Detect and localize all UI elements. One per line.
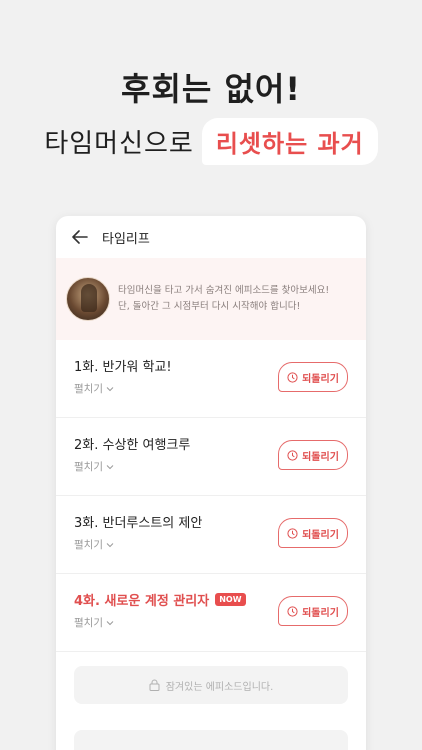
hero-subtitle: 타임머신으로 리셋하는 과거 — [0, 118, 422, 165]
notice-line-2: 단, 돌아간 그 시점부터 다시 시작해야 합니다! — [118, 301, 301, 312]
expand-label: 펼치기 — [74, 461, 103, 473]
chevron-down-icon — [106, 386, 114, 391]
locked-section: 잠겨있는 에피소드입니다. — [56, 652, 366, 718]
hero-subtitle-plain: 타임머신으로 — [44, 129, 194, 159]
notice-text: 타임머신을 타고 가서 숨겨진 에피소드를 찾아보세요! 단, 돌아간 그 시점… — [118, 283, 329, 315]
hero-banner: 후회는 없어! 타임머신으로 리셋하는 과거 — [0, 0, 422, 200]
expand-label: 펼치기 — [74, 539, 103, 551]
back-arrow-icon[interactable] — [70, 227, 90, 247]
locked-episode-partial — [74, 730, 348, 750]
episode-row: 3화. 반더루스트의 제안 펼치기 되돌리기 — [56, 496, 366, 574]
expand-label: 펼치기 — [74, 383, 103, 395]
episode-title-text: 4화. 새로운 계정 관리자 — [74, 594, 210, 609]
rewind-button[interactable]: 되돌리기 — [278, 518, 348, 548]
clock-icon — [287, 371, 298, 383]
chevron-down-icon — [106, 620, 114, 625]
episode-row: 2화. 수상한 여행크루 펼치기 되돌리기 — [56, 418, 366, 496]
clock-icon — [287, 449, 298, 461]
lock-icon — [149, 679, 160, 691]
screen-title: 타임리프 — [102, 231, 150, 247]
hero-title: 후회는 없어! — [121, 70, 301, 108]
chevron-down-icon — [106, 542, 114, 547]
notice-line-1: 타임머신을 타고 가서 숨겨진 에피소드를 찾아보세요! — [118, 285, 330, 296]
clock-icon — [287, 605, 298, 617]
clock-icon — [287, 527, 298, 539]
rewind-button[interactable]: 되돌리기 — [278, 362, 348, 392]
screen-header: 타임리프 — [56, 216, 366, 258]
chevron-down-icon — [106, 464, 114, 469]
rewind-button[interactable]: 되돌리기 — [278, 440, 348, 470]
episode-row: 1화. 반가워 학교! 펼치기 되돌리기 — [56, 340, 366, 418]
now-badge: NOW — [215, 593, 246, 606]
character-avatar — [66, 277, 110, 321]
rewind-label: 되돌리기 — [302, 529, 339, 541]
rewind-label: 되돌리기 — [302, 373, 339, 385]
hero-subtitle-highlight: 리셋하는 과거 — [201, 118, 378, 165]
locked-episode: 잠겨있는 에피소드입니다. — [74, 666, 348, 704]
expand-label: 펼치기 — [74, 617, 103, 629]
notice-banner: 타임머신을 타고 가서 숨겨진 에피소드를 찾아보세요! 단, 돌아간 그 시점… — [56, 258, 366, 340]
phone-screen-card: 타임리프 타임머신을 타고 가서 숨겨진 에피소드를 찾아보세요! 단, 돌아간… — [56, 216, 366, 750]
episode-row-current: 4화. 새로운 계정 관리자 NOW 펼치기 되돌리기 — [56, 574, 366, 652]
rewind-button[interactable]: 되돌리기 — [278, 596, 348, 626]
rewind-label: 되돌리기 — [302, 607, 339, 619]
locked-text: 잠겨있는 에피소드입니다. — [165, 681, 274, 693]
rewind-label: 되돌리기 — [302, 451, 339, 463]
